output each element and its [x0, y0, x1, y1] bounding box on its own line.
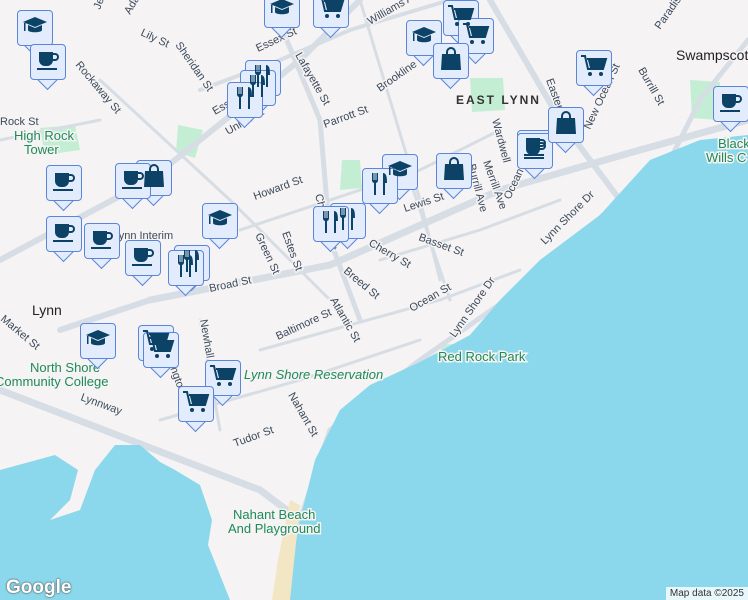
- svg-text:Tower: Tower: [24, 142, 59, 157]
- street-label: Market St: [0, 313, 42, 352]
- street-label: Jeff: [92, 0, 110, 11]
- street-label: Nahant St: [285, 391, 320, 439]
- marker-cafe[interactable]: [115, 163, 151, 210]
- street-label: Lily St: [139, 27, 171, 51]
- school-icon: [85, 328, 111, 355]
- cafe-icon: [120, 168, 146, 195]
- street-label: Wardwell: [489, 118, 512, 164]
- marker-shopping-cart[interactable]: [313, 0, 349, 39]
- map-attribution[interactable]: Map data ©2025: [665, 587, 748, 600]
- marker-shopping-bag[interactable]: [433, 43, 469, 90]
- street-label: Atlantic St: [327, 296, 362, 345]
- shopping-bag-icon: [442, 156, 466, 187]
- restaurant-icon: [173, 253, 199, 284]
- cafe-icon: [522, 138, 548, 165]
- shopping-bag-icon: [439, 46, 463, 77]
- street-label: Sheridan St: [173, 40, 216, 94]
- school-icon: [207, 208, 233, 235]
- cafe-icon: [51, 221, 77, 248]
- marker-shopping-cart[interactable]: [576, 50, 612, 97]
- marker-restaurant[interactable]: [362, 168, 398, 215]
- marker-cafe[interactable]: [84, 223, 120, 270]
- label-lynn: Lynn: [32, 302, 62, 318]
- street-label: Paradise: [653, 0, 688, 32]
- marker-shopping-bag[interactable]: [436, 153, 472, 200]
- marker-restaurant[interactable]: [168, 250, 204, 297]
- shopping-cart-icon: [182, 390, 210, 419]
- shopping-bag-icon: [554, 110, 578, 141]
- svg-text:And Playground: And Playground: [228, 521, 321, 536]
- street-label: Adams: [122, 0, 150, 16]
- street-label: Parrott St: [322, 104, 370, 131]
- street-label: Rockaway St: [73, 59, 123, 116]
- label-red-rock-park: Red Rock Park: [438, 349, 526, 364]
- cafe-icon: [51, 170, 77, 197]
- street-label: Green St: [252, 231, 281, 276]
- marker-school[interactable]: [202, 203, 238, 250]
- label-east-lynn: EAST LYNN: [456, 93, 541, 107]
- school-icon: [22, 15, 48, 42]
- marker-restaurant[interactable]: [227, 82, 263, 129]
- marker-cafe[interactable]: [30, 44, 66, 91]
- svg-text:Community College: Community College: [0, 374, 108, 389]
- school-icon: [269, 0, 295, 24]
- shopping-cart-icon: [317, 0, 345, 25]
- cafe-icon: [130, 245, 156, 272]
- marker-shopping-bag[interactable]: [548, 107, 584, 154]
- marker-cafe[interactable]: [46, 216, 82, 263]
- shopping-cart-icon: [147, 336, 175, 365]
- label-high-rock: High Rock: [14, 128, 74, 143]
- street-label: Burrill St: [635, 66, 666, 108]
- street-label: Tudor St: [232, 424, 275, 450]
- street-label: Rock St: [0, 116, 39, 128]
- google-logo: Google: [6, 577, 72, 598]
- svg-text:Black: Black: [718, 136, 748, 151]
- label-swampscott: Swampscott: [676, 47, 748, 63]
- marker-cafe[interactable]: [46, 165, 82, 212]
- restaurant-icon: [367, 171, 393, 202]
- street-label: Howard St: [252, 174, 304, 203]
- cafe-icon: [35, 49, 61, 76]
- street-label: Broad St: [208, 274, 252, 295]
- marker-cafe[interactable]: [125, 240, 161, 287]
- marker-cafe[interactable]: [517, 133, 553, 180]
- marker-restaurant[interactable]: [313, 206, 349, 253]
- street-label: Lynnway: [79, 392, 124, 418]
- marker-cafe[interactable]: [713, 86, 748, 133]
- restaurant-icon: [232, 85, 258, 116]
- marker-shopping-cart[interactable]: [143, 332, 179, 379]
- shopping-cart-icon: [580, 54, 608, 83]
- map-canvas[interactable]: Essex StEssex StUnion StParrott StBrookl…: [0, 0, 748, 600]
- label-nahant-beach: Nahant Beach: [233, 507, 315, 522]
- svg-text:Wills C: Wills C: [706, 150, 746, 165]
- cafe-icon: [718, 91, 744, 118]
- marker-school[interactable]: [264, 0, 300, 39]
- cafe-icon: [89, 228, 115, 255]
- marker-shopping-cart[interactable]: [178, 386, 214, 433]
- marker-school[interactable]: [80, 323, 116, 370]
- restaurant-icon: [318, 209, 344, 240]
- label-lynn-shore-reservation: Lynn Shore Reservation: [244, 367, 383, 382]
